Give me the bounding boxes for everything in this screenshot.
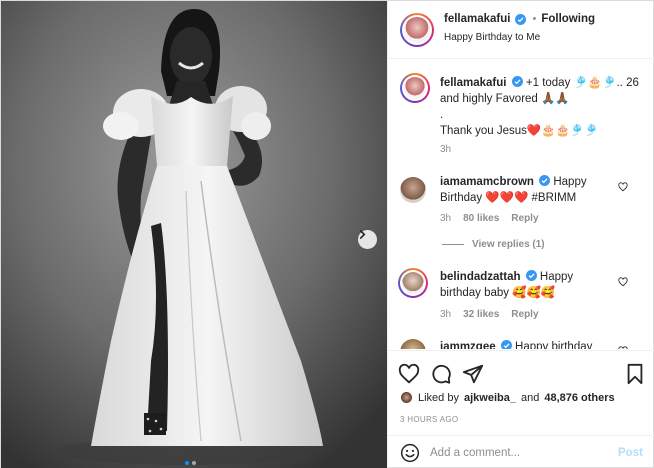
comment-text: iamamamcbrown Happy Birthday ❤️❤️❤️ #BRI…	[440, 174, 630, 206]
post-modal: fellamakafui • Following Happy Birthday …	[0, 0, 654, 468]
caption-text: fellamakafui +1 today 🎐🎂🎐.. 26 and highl…	[440, 75, 646, 139]
liked-by-user[interactable]: ajkweiba_	[464, 392, 516, 404]
heart-icon[interactable]	[398, 363, 420, 385]
reply-button[interactable]: Reply	[511, 213, 538, 224]
comment-text: belindadzattah Happy birthday baby 🥰🥰🥰	[440, 269, 630, 301]
like-comment-heart-icon[interactable]	[618, 277, 628, 287]
caption-line-4: Thank you Jesus❤️🎂🎂🎐🎐	[440, 125, 599, 137]
emoji-icon[interactable]	[400, 443, 420, 463]
comment-text: iammzgee Happy birthday	[440, 339, 630, 349]
comment-body-a: Happy	[553, 176, 587, 188]
post-location[interactable]: Happy Birthday to Me	[444, 32, 540, 43]
caption-line-2: and highly Favored 🙏🏾🙏🏾	[440, 93, 570, 105]
liked-by-and: and	[520, 391, 540, 404]
follow-separator: •	[532, 13, 537, 25]
author-avatar[interactable]	[400, 13, 434, 47]
comment-input[interactable]	[430, 445, 600, 461]
like-comment-heart-icon[interactable]	[618, 182, 628, 192]
liker-avatar[interactable]	[400, 391, 413, 404]
liked-by-prefix: Liked by	[418, 391, 459, 404]
caption-meta: 3h	[440, 144, 451, 155]
view-replies-button[interactable]: View replies (1)	[442, 239, 545, 250]
comments-list[interactable]: fellamakafui +1 today 🎐🎂🎐.. 26 and highl…	[388, 59, 654, 349]
caption-line-3: .	[440, 109, 444, 121]
verified-badge-icon	[500, 340, 512, 349]
like-comment-heart-icon[interactable]	[618, 346, 628, 349]
liked-by: Liked by ajkweiba_ and 48,876 others	[400, 391, 615, 404]
comment-icon[interactable]	[430, 363, 452, 385]
verified-badge-icon	[511, 76, 523, 87]
carousel-dot	[192, 461, 196, 465]
comment-username[interactable]: belindadzattah	[440, 271, 521, 283]
post-comment-button[interactable]: Post	[618, 447, 643, 459]
caption-username[interactable]: fellamakafui	[440, 77, 506, 89]
view-replies-label[interactable]: View replies (1)	[472, 239, 545, 250]
caption-line-1: +1 today 🎐🎂🎐.. 26	[525, 77, 639, 89]
post-photo[interactable]	[1, 1, 387, 468]
verified-badge-icon	[539, 175, 551, 186]
commenter-avatar[interactable]	[398, 268, 428, 298]
post-side-panel: fellamakafui • Following Happy Birthday …	[387, 1, 654, 468]
comment-username[interactable]: iammzgee	[440, 341, 496, 349]
comment-body-a: Happy birthday	[515, 341, 593, 349]
comment-meta: 3h 32 likes Reply	[440, 309, 539, 320]
replies-divider	[442, 244, 464, 245]
commenter-avatar[interactable]	[400, 177, 426, 203]
comment-body-b: Birthday ❤️❤️❤️ #BRIMM	[440, 192, 577, 204]
comment-composer: Post	[388, 435, 654, 468]
commenter-avatar[interactable]	[400, 339, 426, 349]
photo-illustration	[1, 1, 387, 468]
comment-meta: 3h 80 likes Reply	[440, 213, 539, 224]
share-icon[interactable]	[462, 363, 484, 385]
comment-time: 3h	[440, 309, 452, 320]
chevron-right-icon	[359, 230, 366, 239]
comment-body-a: Happy	[539, 271, 574, 283]
post-actions: Liked by ajkweiba_ and 48,876 others 3 H…	[388, 350, 654, 435]
comment-body-b: birthday baby 🥰🥰🥰	[440, 287, 556, 299]
carousel-indicator	[185, 461, 196, 465]
next-photo-button[interactable]	[358, 230, 377, 249]
comment-username[interactable]: iamamamcbrown	[440, 176, 534, 188]
caption-author-avatar[interactable]	[400, 73, 430, 103]
following-button[interactable]: Following	[541, 13, 595, 25]
liked-by-count[interactable]: 48,876 others	[544, 392, 614, 404]
caption-time: 3h	[440, 144, 452, 155]
post-timestamp[interactable]: 3 HOURS AGO	[400, 415, 458, 424]
author-username[interactable]: fellamakafui	[444, 13, 510, 25]
post-header: fellamakafui • Following Happy Birthday …	[388, 1, 654, 59]
verified-badge-icon	[525, 270, 537, 281]
reply-button[interactable]: Reply	[511, 309, 538, 320]
bookmark-icon[interactable]	[624, 363, 646, 385]
comment-likes[interactable]: 80 likes	[463, 213, 499, 224]
carousel-dot-active	[185, 461, 189, 465]
comment-likes[interactable]: 32 likes	[463, 309, 499, 320]
verified-badge-icon	[515, 13, 527, 25]
comment-time: 3h	[440, 213, 452, 224]
